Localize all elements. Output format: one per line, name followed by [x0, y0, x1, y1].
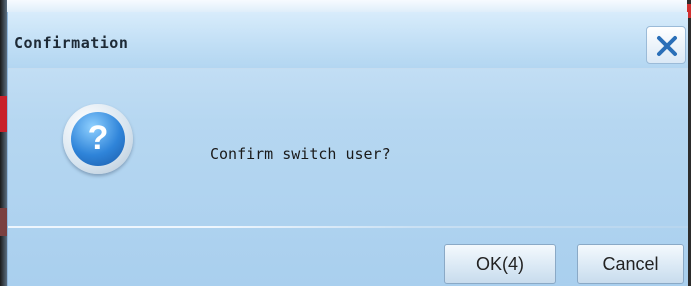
- dialog-titlebar[interactable]: Confirmation: [8, 12, 688, 69]
- ok-button[interactable]: OK(4): [444, 244, 556, 284]
- cancel-button[interactable]: Cancel: [577, 244, 684, 284]
- confirmation-dialog: Confirmation ? Confirm switch user? OK(4…: [7, 12, 688, 286]
- background-window-edge: [0, 0, 7, 286]
- close-icon: [657, 36, 677, 56]
- button-area-divider: [8, 226, 688, 228]
- dialog-title: Confirmation: [14, 34, 129, 52]
- question-icon: ?: [63, 104, 133, 174]
- desktop-backdrop: [0, 0, 691, 12]
- dialog-body: ? Confirm switch user?: [8, 69, 688, 224]
- question-icon-inner: ?: [71, 112, 125, 166]
- close-button[interactable]: [646, 26, 686, 64]
- dialog-message: Confirm switch user?: [210, 145, 391, 163]
- question-mark-glyph: ?: [87, 119, 109, 157]
